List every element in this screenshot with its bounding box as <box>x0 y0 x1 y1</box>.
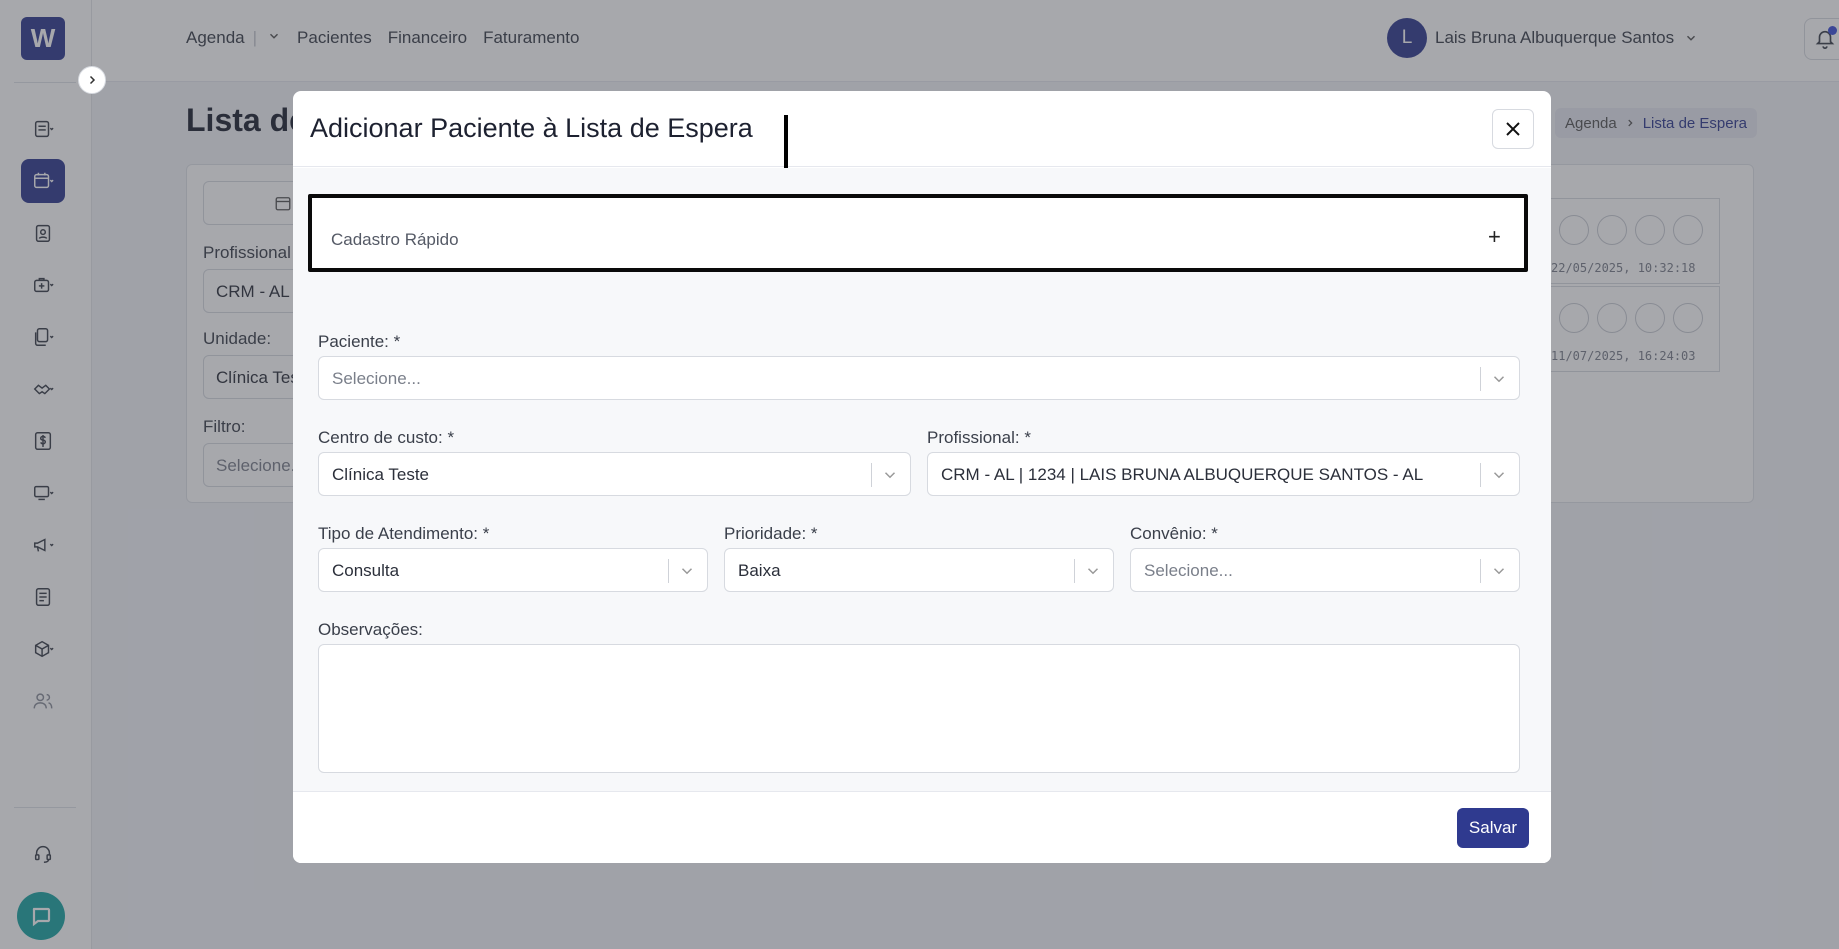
observacoes-textarea[interactable] <box>318 644 1520 773</box>
centro-custo-select[interactable]: Clínica Teste <box>318 452 911 496</box>
select-divider <box>1480 559 1481 583</box>
modal-body: Cadastro Rápido + Paciente: * Selecione.… <box>293 168 1551 791</box>
chevron-down-icon <box>681 568 693 575</box>
paciente-label: Paciente: * <box>318 332 401 351</box>
profissional-select[interactable]: CRM - AL | 1234 | LAIS BRUNA ALBUQUERQUE… <box>927 452 1520 496</box>
modal-header: Adicionar Paciente à Lista de Espera <box>293 91 1551 188</box>
close-icon <box>1506 122 1520 136</box>
chevron-right-icon <box>89 75 96 85</box>
modal-title: Adicionar Paciente à Lista de Espera <box>310 113 753 143</box>
select-divider <box>668 559 669 583</box>
chevron-down-icon <box>1493 472 1505 479</box>
centro-custo-label: Centro de custo: * <box>318 428 455 447</box>
plus-icon: + <box>1488 224 1501 249</box>
centro-custo-value: Clínica Teste <box>332 465 430 484</box>
prioridade-value: Baixa <box>738 561 781 580</box>
sidebar-collapse-button[interactable] <box>78 66 106 94</box>
select-divider <box>871 463 872 487</box>
chevron-down-icon <box>1493 376 1505 383</box>
add-waitlist-modal: Adicionar Paciente à Lista de Espera Cad… <box>293 91 1551 863</box>
select-divider <box>1480 367 1481 391</box>
chevron-down-icon <box>884 472 896 479</box>
prioridade-select[interactable]: Baixa <box>724 548 1114 592</box>
cadastro-rapido-label: Cadastro Rápido <box>331 230 459 249</box>
convenio-label: Convênio: * <box>1130 524 1218 543</box>
convenio-placeholder: Selecione... <box>1144 561 1233 580</box>
chevron-down-icon <box>1087 568 1099 575</box>
paciente-placeholder: Selecione... <box>332 369 421 388</box>
save-button[interactable]: Salvar <box>1457 808 1529 848</box>
select-divider <box>1480 463 1481 487</box>
observacoes-label: Observações: <box>318 620 423 639</box>
tipo-atendimento-select[interactable]: Consulta <box>318 548 708 592</box>
tipo-atendimento-label: Tipo de Atendimento: * <box>318 524 490 543</box>
select-divider <box>1074 559 1075 583</box>
paciente-select[interactable]: Selecione... <box>318 356 1520 400</box>
tipo-atendimento-value: Consulta <box>332 561 400 580</box>
prioridade-label: Prioridade: * <box>724 524 818 543</box>
modal-footer: Salvar <box>293 791 1551 863</box>
profissional-label: Profissional: * <box>927 428 1031 447</box>
chevron-down-icon <box>1493 568 1505 575</box>
convenio-select[interactable]: Selecione... <box>1130 548 1520 592</box>
close-button[interactable] <box>1492 109 1534 149</box>
profissional-value: CRM - AL | 1234 | LAIS BRUNA ALBUQUERQUE… <box>941 465 1424 484</box>
cadastro-rapido-toggle[interactable]: Cadastro Rápido + <box>308 194 1528 272</box>
